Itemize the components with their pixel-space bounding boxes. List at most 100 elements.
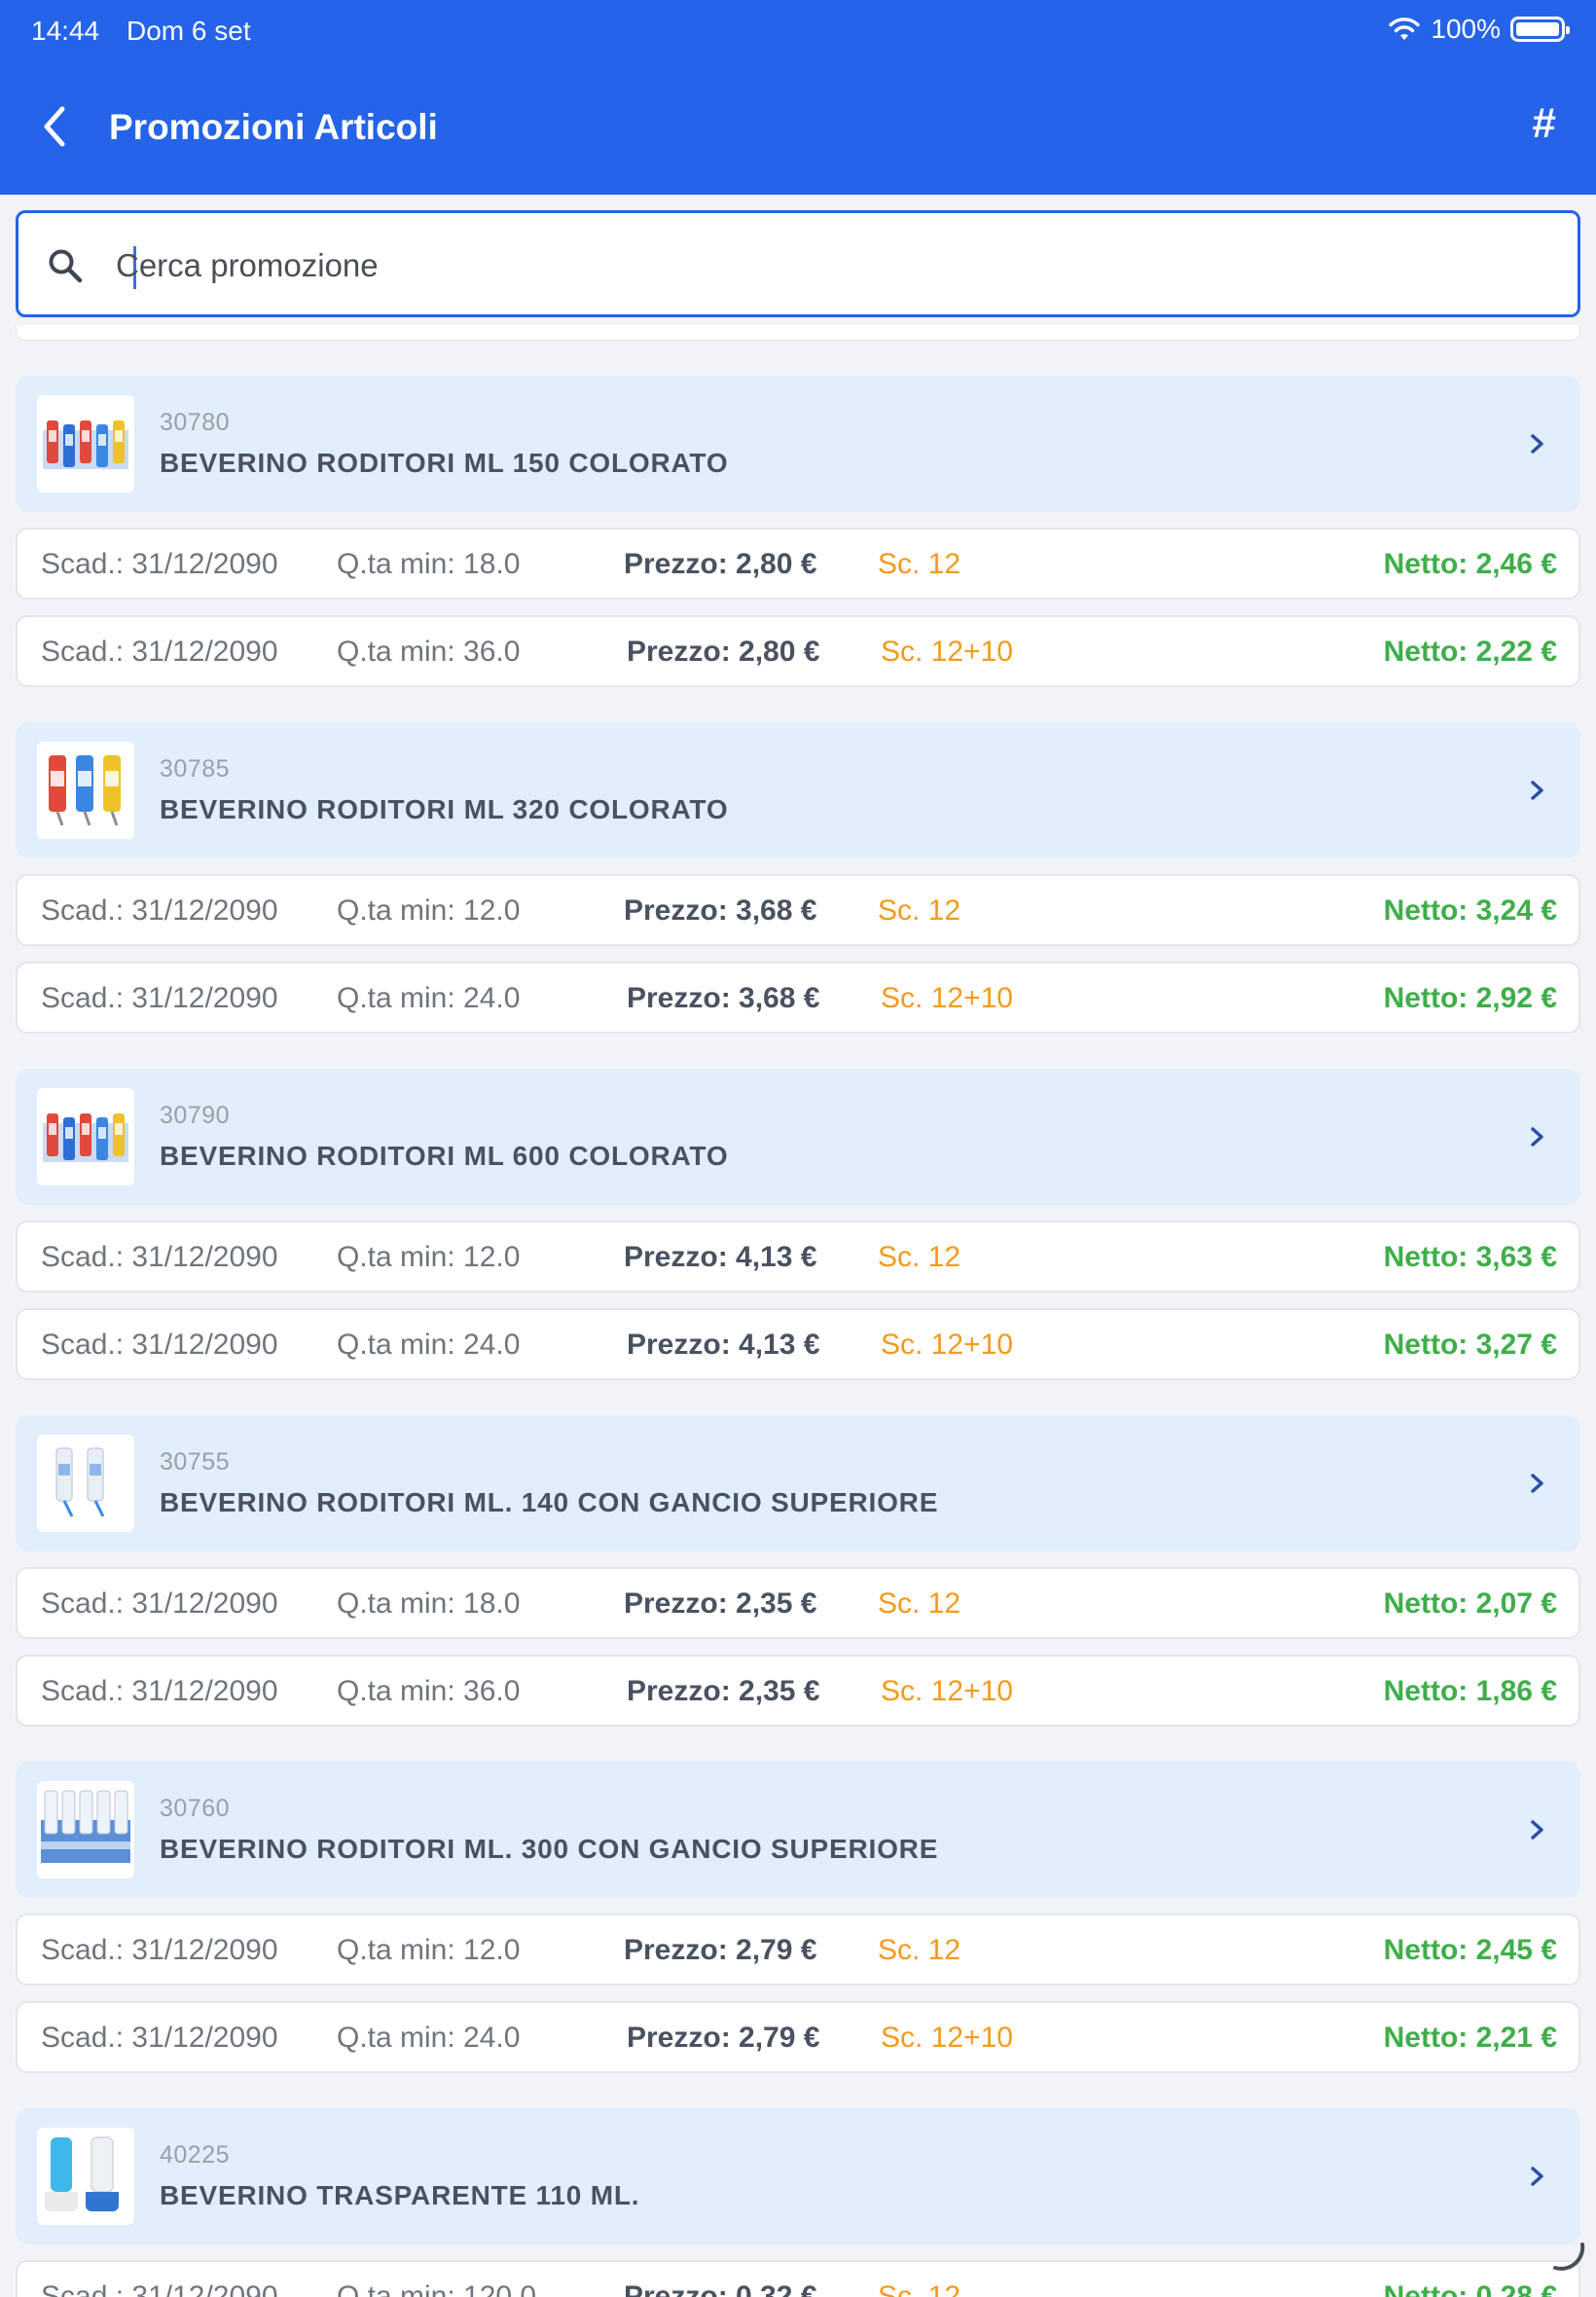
- expiry-date: Scad.: 31/12/2090: [41, 2280, 278, 2297]
- product-name: BEVERINO RODITORI ML. 300 CON GANCIO SUP…: [160, 1834, 939, 1864]
- clear-bottles-box-icon: [41, 1790, 130, 1863]
- min-quantity: Q.ta min: 12.0: [337, 894, 521, 927]
- product-card[interactable]: 30790 BEVERINO RODITORI ML 600 COLORATO: [16, 1069, 1580, 1205]
- expiry-date: Scad.: 31/12/2090: [41, 1329, 278, 1361]
- price: Prezzo: 2,80 €: [627, 636, 820, 668]
- product-card[interactable]: 30755 BEVERINO RODITORI ML. 140 CON GANCI…: [16, 1415, 1580, 1551]
- net-price: Netto: 3,24 €: [1383, 894, 1557, 927]
- product-group: 30760 BEVERINO RODITORI ML. 300 CON GANCI…: [16, 1762, 1580, 2073]
- product-code: 30785: [160, 755, 231, 783]
- price: Prezzo: 2,79 €: [627, 2022, 820, 2054]
- min-quantity: Q.ta min: 18.0: [337, 1587, 521, 1620]
- promotion-row: Scad.: 31/12/2090 Q.ta min: 12.0 Prezzo: 2…: [16, 1914, 1580, 1986]
- discount: Sc. 12+10: [881, 1329, 1013, 1361]
- price: Prezzo: 2,35 €: [624, 1587, 817, 1620]
- product-thumbnail: [37, 1435, 134, 1532]
- product-name: BEVERINO RODITORI ML 600 COLORATO: [160, 1141, 729, 1171]
- min-quantity: Q.ta min: 24.0: [337, 1329, 521, 1361]
- discount: Sc. 12: [878, 548, 961, 580]
- product-card[interactable]: 40225 BEVERINO TRASPARENTE 110 ML.: [16, 2108, 1580, 2244]
- price: Prezzo: 3,68 €: [627, 982, 820, 1014]
- promotion-row: Scad.: 31/12/2090 Q.ta min: 18.0 Prezzo: 2…: [16, 528, 1580, 600]
- product-name: BEVERINO RODITORI ML 150 COLORATO: [160, 448, 729, 478]
- promotion-row: Scad.: 31/12/2090 Q.ta min: 18.0 Prezzo: 2…: [16, 1567, 1580, 1639]
- product-thumbnail: [37, 2128, 134, 2225]
- product-card[interactable]: 30760 BEVERINO RODITORI ML. 300 CON GANCI…: [16, 1762, 1580, 1898]
- three-colored-bottles-icon: [49, 755, 121, 826]
- expiry-date: Scad.: 31/12/2090: [41, 548, 278, 580]
- discount: Sc. 12+10: [881, 1675, 1013, 1707]
- discount: Sc. 12: [878, 1934, 961, 1966]
- promotion-row: Scad.: 31/12/2090 Q.ta min: 12.0 Prezzo: 3…: [16, 874, 1580, 946]
- expiry-date: Scad.: 31/12/2090: [41, 1587, 278, 1620]
- promotion-row: Scad.: 31/12/2090 Q.ta min: 120.0 Prezzo: …: [16, 2260, 1580, 2297]
- search-bar[interactable]: [16, 210, 1580, 317]
- clear-bottles-hook-icon: [55, 1447, 105, 1517]
- net-price: Netto: 3,63 €: [1383, 1241, 1557, 1273]
- expiry-date: Scad.: 31/12/2090: [41, 636, 278, 668]
- product-name: BEVERINO TRASPARENTE 110 ML.: [160, 2180, 640, 2210]
- min-quantity: Q.ta min: 18.0: [337, 548, 521, 580]
- status-date: Dom 6 set: [127, 16, 251, 46]
- product-thumbnail: [37, 1781, 134, 1878]
- expiry-date: Scad.: 31/12/2090: [41, 1934, 278, 1966]
- price: Prezzo: 2,79 €: [624, 1934, 817, 1966]
- product-thumbnail: [37, 1088, 134, 1185]
- net-price: Netto: 2,21 €: [1383, 2022, 1557, 2054]
- expiry-date: Scad.: 31/12/2090: [41, 1675, 278, 1707]
- discount: Sc. 12: [878, 1587, 961, 1620]
- price: Prezzo: 2,80 €: [624, 548, 817, 580]
- net-price: Netto: 2,46 €: [1383, 548, 1557, 580]
- back-button[interactable]: [33, 103, 76, 150]
- chevron-right-icon: [1531, 781, 1543, 800]
- promotion-row: Scad.: 31/12/2090 Q.ta min: 24.0 Prezzo: 2…: [16, 2001, 1580, 2073]
- net-price: Netto: 1,86 €: [1383, 1675, 1557, 1707]
- list-top-edge: [16, 325, 1580, 341]
- min-quantity: Q.ta min: 24.0: [337, 982, 521, 1014]
- product-name: BEVERINO RODITORI ML 320 COLORATO: [160, 794, 729, 824]
- min-quantity: Q.ta min: 12.0: [337, 1934, 521, 1966]
- product-code: 30760: [160, 1795, 231, 1822]
- app-header: 14:44 Dom 6 set 100% Promozioni Articoli…: [0, 0, 1596, 195]
- battery-percent: 100%: [1431, 14, 1501, 44]
- chevron-right-icon: [1531, 2167, 1543, 2186]
- net-price: Netto: 2,45 €: [1383, 1934, 1557, 1966]
- chevron-right-icon: [1531, 434, 1543, 454]
- product-code: 30780: [160, 409, 231, 436]
- product-thumbnail: [37, 742, 134, 839]
- net-price: Netto: 0,28 €: [1383, 2280, 1557, 2297]
- net-price: Netto: 3,27 €: [1383, 1329, 1557, 1361]
- chevron-right-icon: [1531, 1820, 1543, 1840]
- promotion-row: Scad.: 31/12/2090 Q.ta min: 24.0 Prezzo: 4…: [16, 1308, 1580, 1380]
- hash-button[interactable]: #: [1518, 99, 1569, 148]
- min-quantity: Q.ta min: 120.0: [337, 2280, 537, 2297]
- net-price: Netto: 2,22 €: [1383, 636, 1557, 668]
- min-quantity: Q.ta min: 36.0: [337, 636, 521, 668]
- page-title: Promozioni Articoli: [109, 107, 438, 147]
- expiry-date: Scad.: 31/12/2090: [41, 2022, 278, 2054]
- product-group: 30790 BEVERINO RODITORI ML 600 COLORATO Sc…: [16, 1069, 1580, 1380]
- promotion-row: Scad.: 31/12/2090 Q.ta min: 36.0 Prezzo: 2…: [16, 1655, 1580, 1727]
- search-input[interactable]: [116, 238, 1537, 293]
- expiry-date: Scad.: 31/12/2090: [41, 982, 278, 1014]
- discount: Sc. 12: [878, 894, 961, 927]
- discount: Sc. 12: [878, 2280, 961, 2297]
- wifi-icon: [1389, 18, 1421, 40]
- battery-icon: [1510, 17, 1570, 42]
- blue-white-feeders-icon: [45, 2136, 119, 2211]
- product-code: 30790: [160, 1102, 231, 1129]
- price: Prezzo: 3,68 €: [624, 894, 817, 927]
- colored-bottles-display-icon: [43, 420, 128, 469]
- price: Prezzo: 4,13 €: [627, 1329, 820, 1361]
- promotion-row: Scad.: 31/12/2090 Q.ta min: 24.0 Prezzo: 3…: [16, 962, 1580, 1034]
- discount: Sc. 12: [878, 1241, 961, 1273]
- min-quantity: Q.ta min: 24.0: [337, 2022, 521, 2054]
- discount: Sc. 12+10: [881, 982, 1013, 1014]
- price: Prezzo: 4,13 €: [624, 1241, 817, 1273]
- product-group: 30785 BEVERINO RODITORI ML 320 COLORATO Sc…: [16, 722, 1580, 1034]
- product-card[interactable]: 30780 BEVERINO RODITORI ML 150 COLORATO: [16, 376, 1580, 512]
- chevron-right-icon: [1531, 1474, 1543, 1493]
- product-group: 30780 BEVERINO RODITORI ML 150 COLORATO Sc…: [16, 376, 1580, 687]
- product-card[interactable]: 30785 BEVERINO RODITORI ML 320 COLORATO: [16, 722, 1580, 858]
- product-name: BEVERINO RODITORI ML. 140 CON GANCIO SUP…: [160, 1487, 939, 1517]
